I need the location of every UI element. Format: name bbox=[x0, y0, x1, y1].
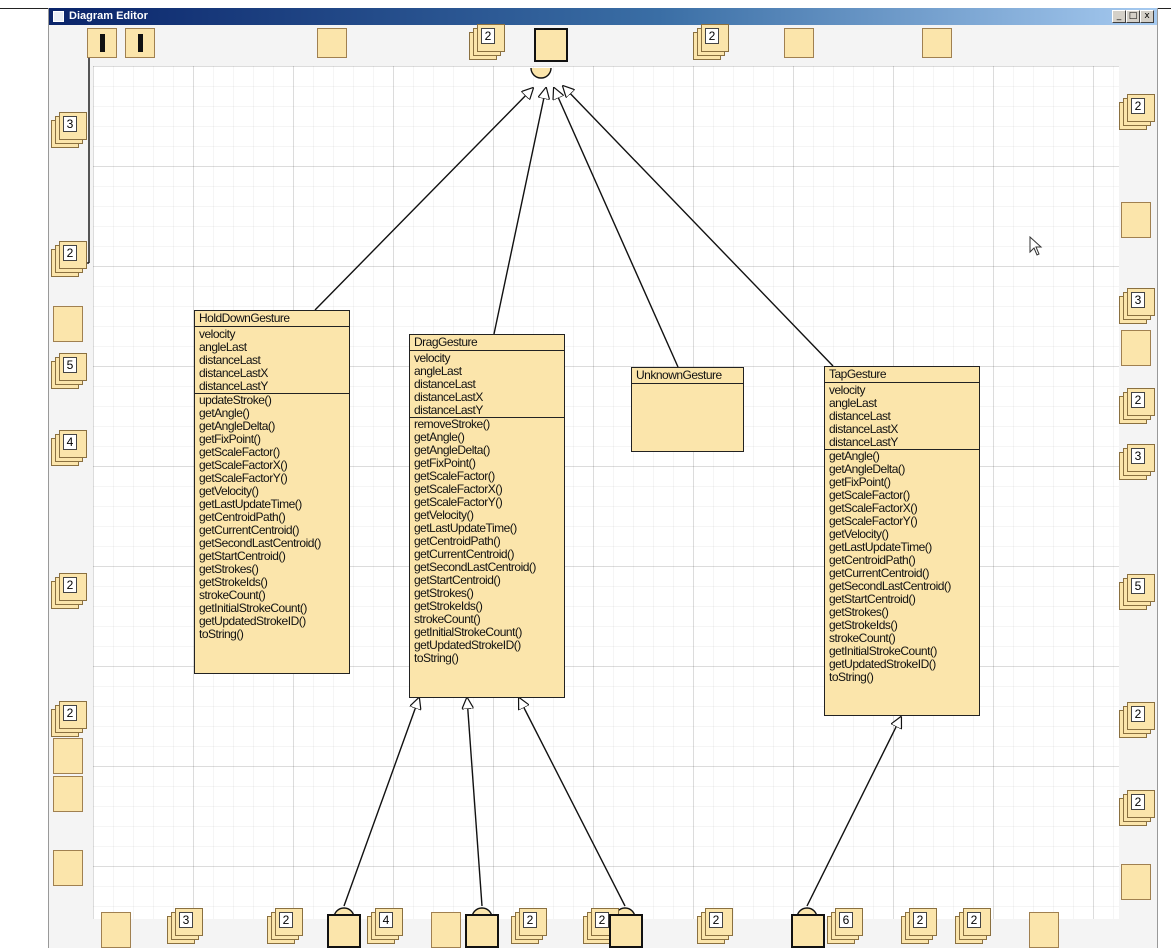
field-item: distanceLastY bbox=[829, 435, 898, 449]
minimize-button[interactable]: _ bbox=[1112, 10, 1126, 23]
palette-item[interactable] bbox=[53, 776, 83, 812]
stack-count: 2 bbox=[63, 577, 77, 593]
palette-item[interactable] bbox=[1121, 864, 1151, 900]
palette-stack[interactable]: 2 bbox=[1119, 94, 1155, 130]
class-name: TapGesture bbox=[825, 367, 979, 383]
child-node-a[interactable] bbox=[327, 914, 361, 948]
class-methods: getAngle() getAngleDelta() getFixPoint()… bbox=[825, 450, 979, 684]
child-node-b[interactable] bbox=[465, 914, 499, 948]
stack-count: 2 bbox=[279, 912, 293, 928]
palette-stack[interactable]: 2 bbox=[1119, 790, 1155, 826]
window-title: Diagram Editor bbox=[69, 10, 148, 22]
stack-count: 2 bbox=[1131, 794, 1145, 810]
palette-bar-tool[interactable] bbox=[87, 28, 117, 58]
palette-stack[interactable]: 2 bbox=[1119, 702, 1155, 738]
palette-stack[interactable]: 2 bbox=[901, 908, 937, 944]
class-draggesture[interactable]: DragGesture velocity angleLast distanceL… bbox=[409, 334, 565, 698]
palette-item[interactable] bbox=[53, 306, 83, 342]
palette-item[interactable] bbox=[317, 28, 347, 58]
palette-stack[interactable]: 3 bbox=[167, 908, 203, 944]
method-item: toString() bbox=[414, 651, 459, 665]
class-tapgesture[interactable]: TapGesture velocity angleLast distanceLa… bbox=[824, 366, 980, 716]
stack-count: 2 bbox=[913, 912, 927, 928]
stack-count: 2 bbox=[709, 912, 723, 928]
stack-count: 2 bbox=[1131, 98, 1145, 114]
palette-stack[interactable]: 2 bbox=[51, 701, 87, 737]
stack-count: 4 bbox=[379, 912, 393, 928]
class-holddowngesture[interactable]: HoldDownGesture velocity angleLast dista… bbox=[194, 310, 350, 674]
bar-glyph bbox=[138, 34, 143, 52]
class-fields: velocity angleLast distanceLast distance… bbox=[195, 327, 349, 394]
class-fields: velocity angleLast distanceLast distance… bbox=[410, 351, 564, 418]
stack-count: 2 bbox=[523, 912, 537, 928]
palette-stack[interactable]: 2 bbox=[955, 908, 991, 944]
palette-stack[interactable]: 3 bbox=[51, 112, 87, 148]
stack-count: 2 bbox=[705, 28, 719, 44]
palette-item[interactable] bbox=[1029, 912, 1059, 948]
stack-count: 2 bbox=[481, 28, 495, 44]
mouse-cursor-icon bbox=[1029, 236, 1043, 256]
stack-count: 4 bbox=[63, 434, 77, 450]
palette-stack[interactable]: 2 bbox=[511, 908, 547, 944]
palette-item[interactable] bbox=[431, 912, 461, 948]
palette-bar-tool[interactable] bbox=[125, 28, 155, 58]
field-item: distanceLastY bbox=[414, 403, 483, 417]
stack-count: 5 bbox=[1131, 578, 1145, 594]
palette-stack[interactable]: 2 bbox=[51, 241, 87, 277]
stack-count: 3 bbox=[179, 912, 193, 928]
stack-count: 5 bbox=[63, 357, 77, 373]
app-icon bbox=[53, 11, 64, 22]
stack-count: 2 bbox=[595, 912, 609, 928]
class-name: DragGesture bbox=[410, 335, 564, 351]
palette-item[interactable] bbox=[784, 28, 814, 58]
stack-count: 3 bbox=[1131, 448, 1145, 464]
palette-stack[interactable]: 6 bbox=[827, 908, 863, 944]
palette-stack[interactable]: 2 bbox=[267, 908, 303, 944]
palette-stack[interactable]: 2 bbox=[469, 24, 505, 60]
palette-stack[interactable]: 2 bbox=[697, 908, 733, 944]
method-item: toString() bbox=[829, 670, 874, 684]
class-fields: velocity angleLast distanceLast distance… bbox=[825, 383, 979, 450]
palette-stack[interactable]: 2 bbox=[51, 573, 87, 609]
child-node-d[interactable] bbox=[791, 914, 825, 948]
palette-item[interactable] bbox=[53, 738, 83, 774]
palette-item[interactable] bbox=[1121, 202, 1151, 238]
palette-item[interactable] bbox=[922, 28, 952, 58]
field-item: distanceLastY bbox=[199, 379, 268, 393]
palette-item[interactable] bbox=[1121, 330, 1151, 366]
palette-item[interactable] bbox=[101, 912, 131, 948]
palette-stack[interactable]: 3 bbox=[1119, 288, 1155, 324]
stack-count: 2 bbox=[63, 245, 77, 261]
stack-count: 3 bbox=[63, 116, 77, 132]
bar-glyph bbox=[100, 34, 105, 52]
stack-count: 2 bbox=[1131, 392, 1145, 408]
class-name: HoldDownGesture bbox=[195, 311, 349, 327]
stack-count: 6 bbox=[839, 912, 853, 928]
palette-stack[interactable]: 2 bbox=[693, 24, 729, 60]
stack-count: 3 bbox=[1131, 292, 1145, 308]
palette-stack[interactable]: 3 bbox=[1119, 444, 1155, 480]
class-name: UnknownGesture bbox=[632, 368, 743, 384]
stack-count: 2 bbox=[63, 705, 77, 721]
title-bar: Diagram Editor _ □ x bbox=[49, 8, 1157, 25]
palette-stack[interactable]: 5 bbox=[1119, 574, 1155, 610]
palette-stack[interactable]: 4 bbox=[51, 430, 87, 466]
class-methods: removeStroke() getAngle() getAngleDelta(… bbox=[410, 418, 564, 665]
palette-stack[interactable]: 4 bbox=[367, 908, 403, 944]
stack-count: 2 bbox=[967, 912, 981, 928]
stack-count: 2 bbox=[1131, 706, 1145, 722]
selected-parent-node[interactable] bbox=[534, 28, 568, 62]
class-methods: updateStroke() getAngle() getAngleDelta(… bbox=[195, 394, 349, 641]
close-button[interactable]: x bbox=[1140, 10, 1154, 23]
maximize-button[interactable]: □ bbox=[1126, 10, 1140, 23]
diagram-editor-window: Diagram Editor _ □ x 2 2 3 2 5 4 2 2 2 3… bbox=[48, 8, 1158, 948]
palette-stack[interactable]: 2 bbox=[1119, 388, 1155, 424]
method-item: toString() bbox=[199, 627, 244, 641]
class-unknowngesture[interactable]: UnknownGesture bbox=[631, 367, 744, 452]
child-node-c[interactable] bbox=[609, 914, 643, 948]
palette-item[interactable] bbox=[53, 850, 83, 886]
palette-stack[interactable]: 5 bbox=[51, 353, 87, 389]
